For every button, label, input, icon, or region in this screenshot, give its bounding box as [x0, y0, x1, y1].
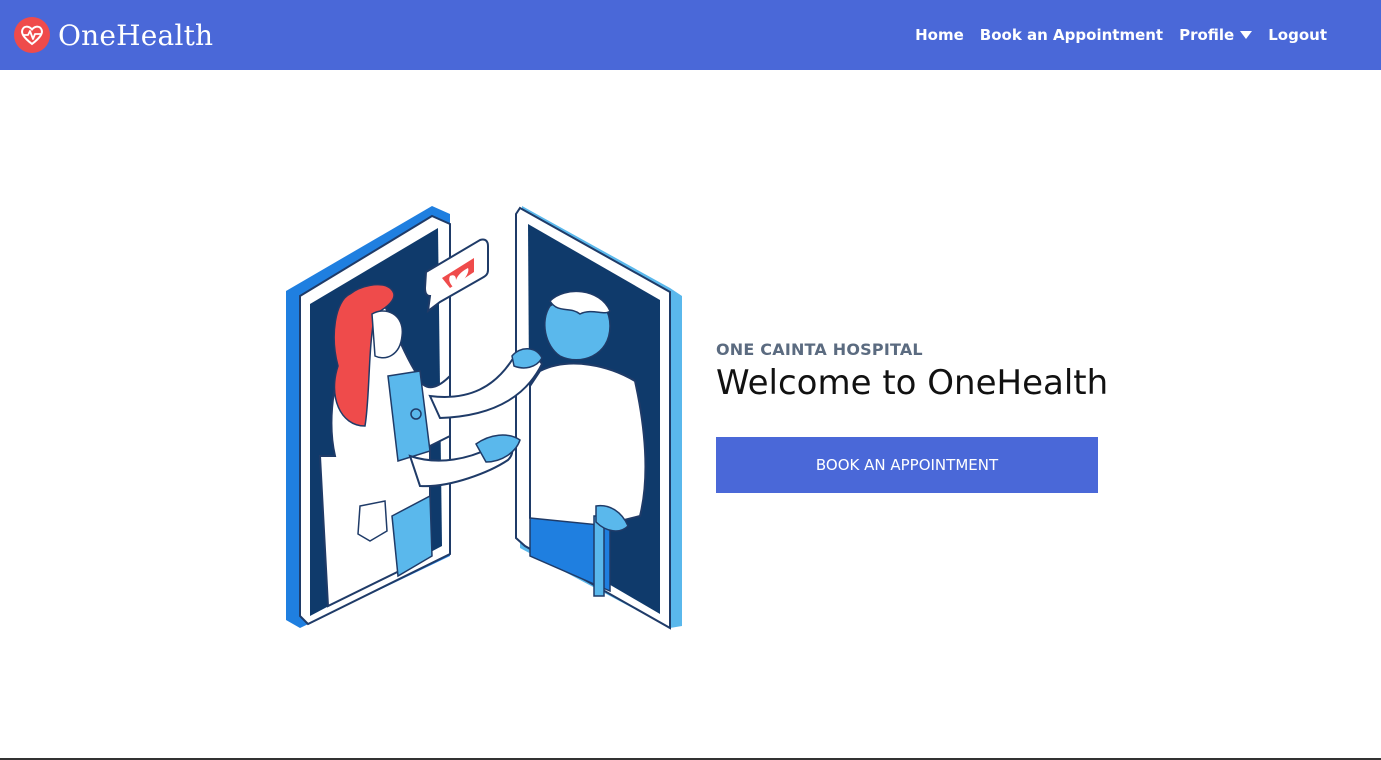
- nav-home[interactable]: Home: [915, 26, 964, 44]
- hospital-name: ONE CAINTA HOSPITAL: [716, 340, 923, 359]
- nav-links: Home Book an Appointment Profile Logout: [915, 0, 1327, 70]
- patient-phone-illustration: [515, 206, 682, 630]
- top-navbar: OneHealth Home Book an Appointment Profi…: [0, 0, 1381, 70]
- nav-logout[interactable]: Logout: [1268, 26, 1327, 44]
- brand-name: OneHealth: [58, 18, 214, 52]
- caret-down-icon: [1240, 31, 1253, 39]
- nav-profile-label: Profile: [1179, 26, 1235, 44]
- nav-profile-dropdown[interactable]: Profile: [1179, 26, 1253, 44]
- book-appointment-button[interactable]: BOOK AN APPOINTMENT: [716, 437, 1098, 493]
- brand-link[interactable]: OneHealth: [14, 16, 213, 54]
- doctor-phone-illustration: [286, 206, 451, 628]
- nav-book-appointment[interactable]: Book an Appointment: [980, 26, 1163, 44]
- page-title: Welcome to OneHealth: [716, 363, 1109, 403]
- telehealth-illustration: [286, 206, 682, 630]
- hero-text: ONE CAINTA HOSPITAL Welcome to OneHealth: [716, 340, 1116, 403]
- heart-pulse-icon: [14, 17, 50, 53]
